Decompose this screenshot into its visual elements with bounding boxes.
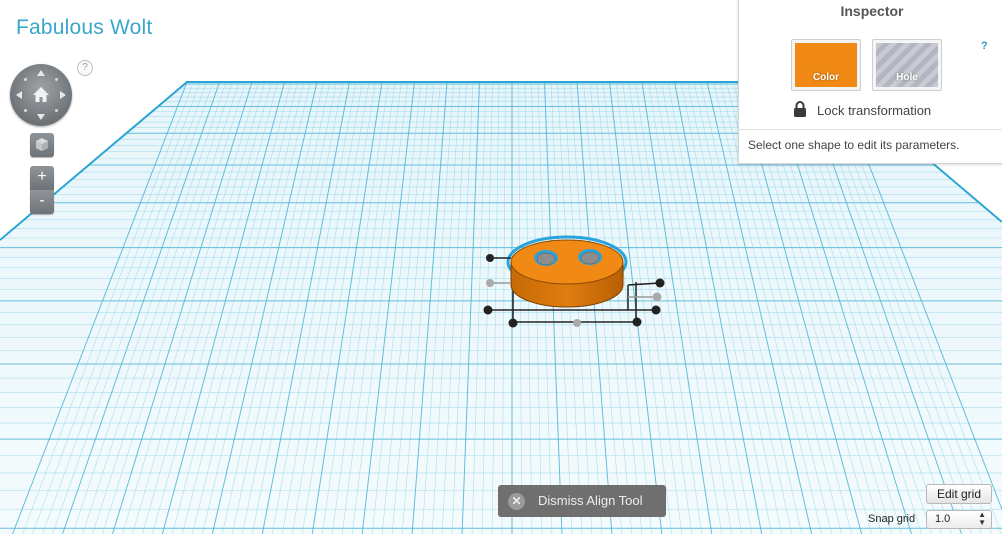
zoom-out-button[interactable]: -: [30, 190, 54, 214]
color-label: Color: [812, 72, 840, 83]
inspector-panel: Inspector ? Color Hole Lock transformati…: [738, 0, 1002, 164]
color-swatch-button[interactable]: Color: [791, 39, 861, 91]
orbit-right-icon[interactable]: [60, 91, 66, 99]
hole-label: Hole: [896, 72, 918, 83]
hole-swatch-button[interactable]: Hole: [872, 39, 942, 91]
select-arrows-icon: ▲ ▼: [978, 510, 986, 527]
orbit-left-icon[interactable]: [16, 91, 22, 99]
dismiss-align-tool-button[interactable]: ✕ Dismiss Align Tool: [498, 485, 666, 517]
cube-icon: [36, 138, 48, 151]
snap-grid-value: 1.0: [935, 513, 951, 525]
zoom-in-button[interactable]: +: [30, 166, 54, 190]
view-help-icon[interactable]: ?: [77, 60, 93, 76]
inspector-divider: [739, 129, 1002, 130]
orbit-down-icon[interactable]: [37, 114, 45, 120]
inspector-message: Select one shape to edit its parameters.: [748, 138, 960, 152]
lock-icon[interactable]: [793, 101, 807, 117]
home-icon[interactable]: [32, 86, 50, 104]
inspector-help-icon[interactable]: ?: [981, 40, 988, 52]
view-cube-button[interactable]: [30, 133, 54, 157]
orbit-up-icon[interactable]: [37, 70, 45, 76]
inspector-title: Inspector: [840, 3, 904, 19]
snap-grid-label: Snap grid: [868, 513, 916, 525]
dismiss-label: Dismiss Align Tool: [538, 493, 643, 508]
lock-transformation-label[interactable]: Lock transformation: [817, 103, 931, 118]
project-title[interactable]: Fabulous Wolt: [16, 16, 152, 40]
orbit-control[interactable]: [10, 64, 72, 126]
selected-shape[interactable]: [505, 235, 637, 323]
edit-grid-button[interactable]: Edit grid: [926, 484, 992, 504]
snap-grid-select[interactable]: 1.0 ▲ ▼: [926, 510, 992, 529]
close-icon: ✕: [508, 493, 525, 510]
